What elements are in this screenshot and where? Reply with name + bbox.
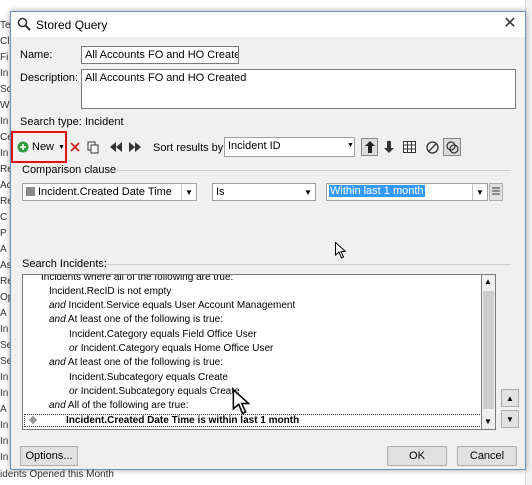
fast-forward-icon[interactable] xyxy=(127,139,143,155)
background-window-status: idents Opened this Month xyxy=(0,469,114,480)
search-type-label: Search type: xyxy=(20,116,82,128)
tree-item[interactable]: and All of the following are true: xyxy=(49,400,189,411)
move-down-button[interactable]: ▼ xyxy=(501,410,519,428)
tree-scrollbar[interactable]: ▲ ▼ xyxy=(481,274,496,430)
background-window-scrollbar xyxy=(525,0,532,485)
link-circles-icon[interactable] xyxy=(443,138,461,156)
cancel-button[interactable]: Cancel xyxy=(457,446,517,466)
search-type-value: Incident xyxy=(85,116,124,128)
sort-descending-icon[interactable] xyxy=(381,139,397,155)
rewind-icon[interactable] xyxy=(108,139,124,155)
clause-field-value: Incident.Created Date Time xyxy=(38,186,172,198)
bg-fragment: P xyxy=(0,228,7,239)
description-field[interactable]: All Accounts FO and HO Created xyxy=(81,69,516,109)
chevron-down-icon: ▼ xyxy=(58,143,65,151)
name-field[interactable]: All Accounts FO and HO Created xyxy=(81,46,239,64)
tree-item[interactable]: Incident.Category equals Field Office Us… xyxy=(69,329,257,340)
chevron-down-icon[interactable]: ▼ xyxy=(347,142,354,149)
bg-fragment: In xyxy=(0,388,9,399)
mouse-pointer-icon xyxy=(335,241,347,262)
sort-select[interactable]: Incident ID xyxy=(224,137,355,157)
tree-item[interactable]: Incidents where all of the following are… xyxy=(41,275,233,283)
tree-item[interactable]: or Incident.Subcategory equals Create xyxy=(69,386,240,397)
bg-fragment: Cl xyxy=(0,36,10,47)
magnifier-icon xyxy=(17,17,31,31)
chevron-down-icon[interactable]: ▼ xyxy=(484,417,492,426)
bg-fragment: In xyxy=(0,324,9,335)
ok-button[interactable]: OK xyxy=(387,446,447,466)
clause-value-field[interactable]: Within last 1 month ▼ xyxy=(326,183,488,201)
filter-off-icon[interactable] xyxy=(424,139,440,155)
tree-item[interactable]: and Incident.Service equals User Account… xyxy=(49,300,295,311)
stored-query-dialog: Stored Query ✕ Name: All Accounts FO and… xyxy=(10,11,526,470)
bg-fragment: Te xyxy=(0,20,11,31)
scrollbar-thumb[interactable] xyxy=(483,291,494,409)
tree-item[interactable]: and At least one of the following is tru… xyxy=(49,357,223,368)
dialog-title: Stored Query xyxy=(36,18,108,32)
plus-circle-icon xyxy=(17,141,29,153)
bg-fragment: In xyxy=(0,452,9,463)
clause-field-select[interactable]: Incident.Created Date Time ▼ xyxy=(22,183,197,201)
clause-operator-value: Is xyxy=(216,186,225,198)
sort-select-value: Incident ID xyxy=(228,140,281,152)
grid-icon[interactable] xyxy=(401,139,417,155)
value-list-icon[interactable] xyxy=(489,183,503,201)
search-incidents-label: Search Incidents: xyxy=(22,258,107,270)
chevron-down-icon[interactable]: ▼ xyxy=(301,184,315,200)
diamond-icon xyxy=(28,415,38,425)
copy-icon[interactable] xyxy=(85,139,101,155)
group-divider xyxy=(99,264,511,265)
tree-item[interactable]: or Incident.Category equals Home Office … xyxy=(69,343,273,354)
mouse-pointer-icon xyxy=(232,388,251,418)
chevron-down-icon[interactable]: ▼ xyxy=(181,184,196,200)
name-label: Name: xyxy=(20,49,53,61)
bg-fragment: In xyxy=(0,420,9,431)
bg-fragment: Fi xyxy=(0,52,9,63)
options-button[interactable]: Options... xyxy=(20,446,78,466)
bg-fragment: In xyxy=(0,116,9,127)
bg-fragment: C xyxy=(0,212,8,223)
bg-fragment: In xyxy=(0,148,9,159)
bg-fragment: A xyxy=(0,308,7,319)
move-up-button[interactable]: ▲ xyxy=(501,389,519,407)
bg-fragment: A xyxy=(0,404,7,415)
new-button[interactable]: New ▼ xyxy=(17,138,65,156)
clause-operator-select[interactable]: Is ▼ xyxy=(212,183,316,201)
tree-item[interactable]: Incident.Subcategory equals Create xyxy=(69,372,228,383)
bg-fragment: In xyxy=(0,436,9,447)
tree-item-selected[interactable]: Incident.Created Date Time is within las… xyxy=(24,414,490,427)
bg-fragment: W xyxy=(0,100,10,111)
sort-label: Sort results by: xyxy=(153,142,227,154)
comparison-clause-label: Comparison clause xyxy=(22,164,117,176)
chevron-up-icon[interactable]: ▲ xyxy=(484,277,492,286)
chevron-down-icon[interactable]: ▼ xyxy=(472,184,487,200)
new-button-label: New xyxy=(32,141,55,153)
tree-item[interactable]: Incident.RecID is not empty xyxy=(49,286,171,297)
title-bar[interactable]: Stored Query ✕ xyxy=(11,12,525,37)
bg-fragment: In xyxy=(0,372,9,383)
group-divider xyxy=(111,170,511,171)
delete-icon[interactable] xyxy=(67,139,83,155)
field-icon xyxy=(26,187,35,196)
bg-fragment: A xyxy=(0,244,7,255)
clause-value-text: Within last 1 month xyxy=(329,185,425,197)
tree-item[interactable]: and At least one of the following is tru… xyxy=(49,314,223,325)
description-label: Description: xyxy=(20,72,79,84)
bg-fragment: In xyxy=(0,68,9,79)
close-button[interactable]: ✕ xyxy=(501,15,519,33)
search-criteria-tree[interactable]: Incidents where all of the following are… xyxy=(22,274,496,430)
sort-ascending-icon[interactable] xyxy=(361,138,378,156)
